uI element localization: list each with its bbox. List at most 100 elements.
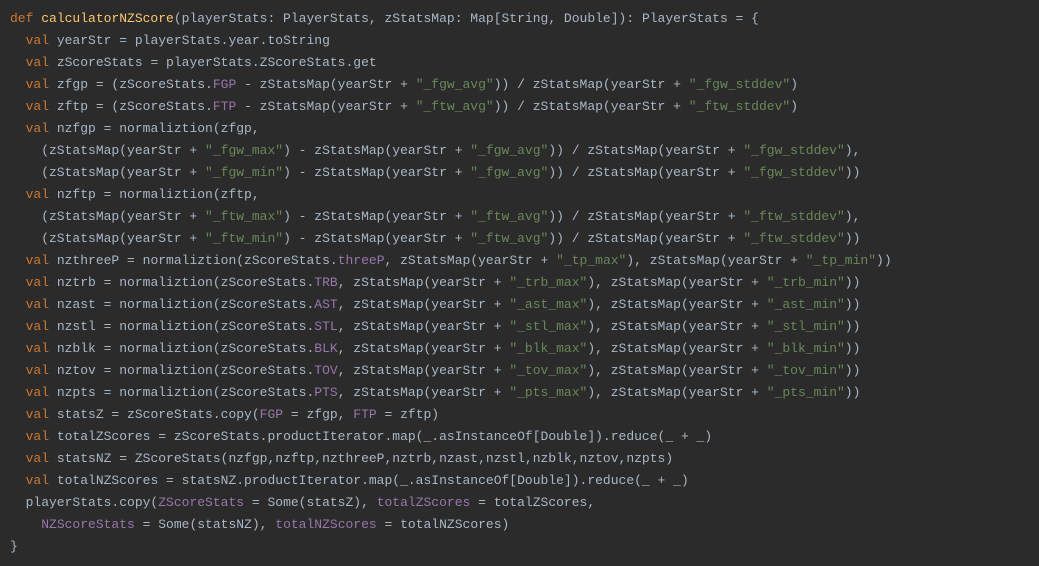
code-token: "_fgw_min" [205, 165, 283, 180]
code-token: "_ftw_avg" [470, 209, 548, 224]
code-token: nzstl = normaliztion(zScoreStats. [57, 319, 314, 334]
code-token [10, 341, 26, 356]
code-token: BLK [314, 341, 337, 356]
code-token [10, 473, 26, 488]
code-token: )) [845, 363, 861, 378]
code-token: zfgp = (zScoreStats. [57, 77, 213, 92]
code-token [10, 319, 26, 334]
code-token [10, 253, 26, 268]
code-token: "_trb_max" [509, 275, 587, 290]
code-token: val [26, 55, 57, 70]
code-token: , zStatsMap(yearStr + [338, 319, 510, 334]
code-token: nzpts = normaliztion(zScoreStats. [57, 385, 314, 400]
code-token: TOV [314, 363, 337, 378]
code-token: nzftp = normaliztion(zftp, [57, 187, 260, 202]
code-token: "_ast_max" [509, 297, 587, 312]
code-token: )) [845, 275, 861, 290]
code-token [10, 99, 26, 114]
code-token: ) - zStatsMap(yearStr + [283, 231, 470, 246]
code-token: "_ftw_avg" [470, 231, 548, 246]
code-token: Double [564, 11, 611, 26]
code-token: AST [314, 297, 337, 312]
code-token: (playerStats: PlayerStats, zStatsMap: Ma… [174, 11, 502, 26]
code-token: "_tov_max" [509, 363, 587, 378]
code-token: )) / zStatsMap(yearStr + [548, 231, 743, 246]
code-token [10, 385, 26, 400]
code-token: (zStatsMap(yearStr + [10, 165, 205, 180]
code-token: nzfgp = normaliztion(zfgp, [57, 121, 260, 136]
code-token: )) [845, 165, 861, 180]
code-token [10, 77, 26, 92]
code-token: nzthreeP = normaliztion(zScoreStats. [57, 253, 338, 268]
code-token: nzast = normaliztion(zScoreStats. [57, 297, 314, 312]
code-token: TRB [314, 275, 337, 290]
code-token: playerStats.copy( [10, 495, 158, 510]
code-token: val [26, 253, 57, 268]
code-token: ), [845, 143, 861, 158]
code-token: val [26, 385, 57, 400]
code-token [10, 429, 26, 444]
code-token: PTS [314, 385, 337, 400]
code-token: "_fgw_stddev" [743, 143, 844, 158]
code-token: "_ftw_min" [205, 231, 283, 246]
code-token: )) [876, 253, 892, 268]
code-token: Double [541, 429, 588, 444]
code-token: Double [517, 473, 564, 488]
code-token: , [548, 11, 564, 26]
code-token: - zStatsMap(yearStr + [236, 77, 415, 92]
code-token: ]): PlayerStats = { [611, 11, 759, 26]
code-token: nztov = normaliztion(zScoreStats. [57, 363, 314, 378]
code-token: "_stl_min" [767, 319, 845, 334]
code-token: FTP [353, 407, 376, 422]
code-token: "_ftw_stddev" [743, 209, 844, 224]
code-token: val [26, 407, 57, 422]
code-token: "_trb_min" [767, 275, 845, 290]
code-token: ), zStatsMap(yearStr + [587, 341, 766, 356]
code-token: val [26, 77, 57, 92]
code-token [10, 55, 26, 70]
code-token: val [26, 297, 57, 312]
code-token: "_tov_min" [767, 363, 845, 378]
code-token [10, 33, 26, 48]
code-token: ) [790, 99, 798, 114]
code-token: val [26, 99, 57, 114]
code-token: ), zStatsMap(yearStr + [587, 385, 766, 400]
code-token: ), zStatsMap(yearStr + [587, 275, 766, 290]
code-token: = zftp) [377, 407, 439, 422]
code-token: (zStatsMap(yearStr + [10, 209, 205, 224]
code-token: "_ftw_avg" [416, 99, 494, 114]
code-token [10, 297, 26, 312]
code-token: "_fgw_avg" [416, 77, 494, 92]
code-token: )) / zStatsMap(yearStr + [548, 165, 743, 180]
code-token: = zfgp, [283, 407, 353, 422]
code-token [10, 407, 26, 422]
code-token: val [26, 341, 57, 356]
code-token: ) [790, 77, 798, 92]
code-token: ), zStatsMap(yearStr + [587, 363, 766, 378]
code-token: ) - zStatsMap(yearStr + [283, 165, 470, 180]
code-token: nzblk = normaliztion(zScoreStats. [57, 341, 314, 356]
code-token: , zStatsMap(yearStr + [338, 363, 510, 378]
code-token: = Some(statsNZ), [135, 517, 275, 532]
code-token: )) [845, 341, 861, 356]
code-token: )) [845, 385, 861, 400]
code-token: ZScoreStats [158, 495, 244, 510]
code-token: , zStatsMap(yearStr + [338, 297, 510, 312]
code-token: String [502, 11, 549, 26]
code-token [10, 517, 41, 532]
code-token: , zStatsMap(yearStr + [338, 341, 510, 356]
code-token: val [26, 451, 57, 466]
code-block: def calculatorNZScore(playerStats: Playe… [0, 0, 1039, 566]
code-token: "_pts_min" [767, 385, 845, 400]
code-token: STL [314, 319, 337, 334]
code-token: "_ftw_max" [205, 209, 283, 224]
code-token: , zStatsMap(yearStr + [338, 275, 510, 290]
code-token: val [26, 319, 57, 334]
code-token: val [26, 275, 57, 290]
code-token: yearStr = playerStats.year.toString [57, 33, 330, 48]
code-token: FTP [213, 99, 236, 114]
code-token: = totalNZScores) [377, 517, 510, 532]
code-token: val [26, 121, 57, 136]
code-token: "_pts_max" [509, 385, 587, 400]
code-token: )) / zStatsMap(yearStr + [494, 99, 689, 114]
